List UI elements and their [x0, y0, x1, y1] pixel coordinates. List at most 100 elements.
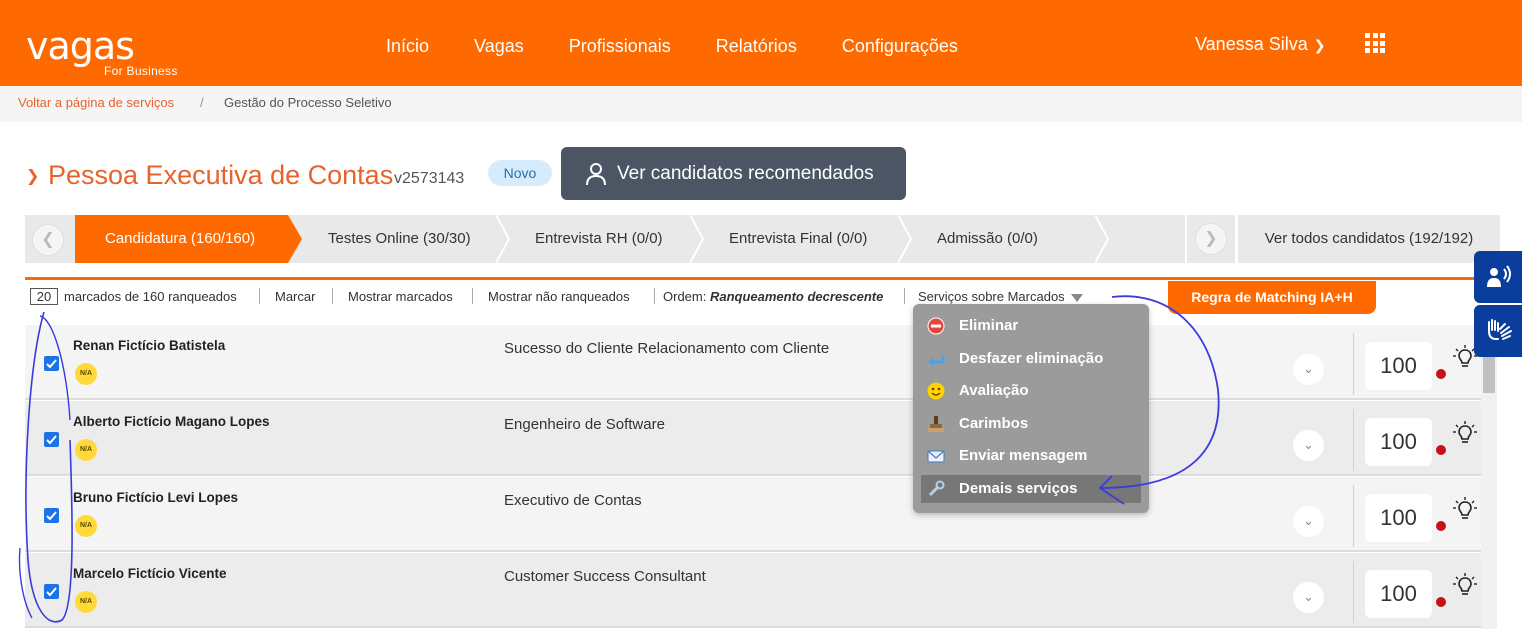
candidate-role: Engenheiro de Software: [504, 416, 665, 433]
stage-entrevista-final[interactable]: Entrevista Final (0/0): [709, 215, 904, 263]
wrench-icon: [928, 480, 945, 497]
user-name: Vanessa Silva: [1195, 34, 1308, 54]
list-scrollbar[interactable]: [1481, 325, 1497, 629]
menu-item-eliminar[interactable]: Eliminar: [921, 312, 1141, 340]
main-nav: Início Vagas Profissionais Relatórios Co…: [386, 36, 1003, 57]
services-on-marked-menu[interactable]: Serviços sobre Marcados: [918, 289, 1083, 304]
nav-profissionais[interactable]: Profissionais: [569, 36, 671, 57]
match-score: 100: [1365, 342, 1432, 390]
score-separator: [1353, 485, 1354, 547]
stage-divider: [898, 215, 912, 263]
nav-vagas[interactable]: Vagas: [474, 36, 524, 57]
smiley-icon: [927, 382, 945, 400]
lightbulb-icon[interactable]: [1453, 497, 1477, 523]
recommended-candidates-label: Ver candidatos recomendados: [617, 162, 874, 184]
show-marked-button[interactable]: Mostrar marcados: [348, 289, 453, 304]
menu-item-avaliacao[interactable]: Avaliação: [921, 377, 1141, 405]
toolbar-separator: [904, 288, 905, 304]
logo-subtitle: For Business: [104, 64, 178, 78]
row-checkbox[interactable]: [44, 356, 59, 371]
stage-entrevista-rh[interactable]: Entrevista RH (0/0): [515, 215, 695, 263]
menu-item-label: Enviar mensagem: [959, 447, 1088, 464]
vagas-logo[interactable]: vagas For Business: [26, 27, 177, 78]
toolbar-separator: [654, 288, 655, 304]
table-row[interactable]: Bruno Fictício Levi Lopes N/A Executivo …: [25, 477, 1481, 552]
stamp-icon: [928, 416, 944, 432]
job-code: v2573143: [394, 170, 465, 187]
row-checkbox[interactable]: [44, 508, 59, 523]
sign-language-hands-icon: [1488, 319, 1512, 340]
stage-divider: [496, 215, 510, 263]
nav-configuracoes[interactable]: Configurações: [842, 36, 958, 57]
menu-item-enviar-mensagem[interactable]: Enviar mensagem: [921, 442, 1141, 470]
lightbulb-icon[interactable]: [1453, 421, 1477, 447]
recommended-candidates-button[interactable]: Ver candidatos recomendados: [561, 147, 906, 200]
stage-next-button[interactable]: ❯: [1195, 223, 1227, 255]
expand-chevron-icon[interactable]: ⌄: [1293, 582, 1324, 613]
checkmark-icon: [46, 587, 57, 597]
stage-prev-button[interactable]: ❮: [32, 224, 64, 256]
sign-language-button[interactable]: [1474, 305, 1522, 357]
candidate-name[interactable]: Bruno Fictício Levi Lopes: [73, 490, 238, 505]
user-menu[interactable]: Vanessa Silva ❯: [1195, 34, 1325, 55]
score-separator: [1353, 409, 1354, 471]
row-checkbox[interactable]: [44, 584, 59, 599]
match-score: 100: [1365, 418, 1432, 466]
user-icon: [586, 162, 606, 185]
checkmark-icon: [46, 511, 57, 521]
expand-chevron-icon[interactable]: ⌄: [1293, 430, 1324, 461]
job-title: Pessoa Executiva de Contas: [48, 160, 394, 190]
order-selector[interactable]: Ordem: Ranqueamento decrescente: [663, 289, 883, 304]
apps-grid-icon[interactable]: [1365, 33, 1385, 53]
stage-testes-online[interactable]: Testes Online (30/30): [310, 215, 500, 263]
stage-admissao[interactable]: Admissão (0/0): [917, 215, 1097, 263]
stage-divider: [1095, 215, 1109, 263]
candidate-role: Customer Success Consultant: [504, 568, 706, 585]
menu-item-desfazer-eliminacao[interactable]: Desfazer eliminação: [921, 345, 1141, 373]
chevron-down-icon: ❯: [1313, 37, 1326, 53]
menu-item-demais-servicos[interactable]: Demais serviços: [921, 475, 1141, 503]
table-row[interactable]: Renan Fictício Batistela N/A Sucesso do …: [25, 325, 1481, 400]
candidate-role: Executivo de Contas: [504, 492, 642, 509]
lightbulb-icon[interactable]: [1453, 573, 1477, 599]
score-separator: [1353, 561, 1354, 623]
top-navigation-bar: vagas For Business Início Vagas Profissi…: [0, 0, 1522, 86]
all-candidates-tab[interactable]: Ver todos candidatos (192/192): [1238, 215, 1500, 263]
mark-button[interactable]: Marcar: [275, 289, 315, 304]
stage-candidatura[interactable]: Candidatura (160/160): [75, 215, 288, 263]
nav-relatorios[interactable]: Relatórios: [716, 36, 797, 57]
candidate-name[interactable]: Marcelo Fictício Vicente: [73, 566, 227, 581]
candidate-name[interactable]: Renan Fictício Batistela: [73, 338, 225, 353]
toolbar-separator: [472, 288, 473, 304]
order-label: Ordem:: [663, 289, 707, 304]
match-score: 100: [1365, 570, 1432, 618]
status-badge: Novo: [488, 160, 552, 186]
na-badge: N/A: [75, 363, 97, 385]
status-dot: [1436, 597, 1446, 607]
na-badge: N/A: [75, 439, 97, 461]
nav-inicio[interactable]: Início: [386, 36, 429, 57]
row-checkbox[interactable]: [44, 432, 59, 447]
minus-circle-icon: [927, 317, 945, 335]
show-unranked-button[interactable]: Mostrar não ranqueados: [488, 289, 630, 304]
stage-arrow: [288, 215, 302, 263]
menu-item-label: Demais serviços: [959, 480, 1078, 497]
marked-text: marcados de 160 ranqueados: [64, 289, 237, 304]
audio-accessibility-button[interactable]: [1474, 251, 1522, 303]
breadcrumb-back-link[interactable]: Voltar a página de serviços: [18, 95, 174, 110]
breadcrumb: Voltar a página de serviços / Gestão do …: [0, 86, 1522, 122]
candidate-role: Sucesso do Cliente Relacionamento com Cl…: [504, 340, 830, 357]
score-separator: [1353, 333, 1354, 395]
expand-chevron-icon[interactable]: ⌄: [1293, 506, 1324, 537]
menu-item-carimbos[interactable]: Carimbos: [921, 410, 1141, 438]
checkmark-icon: [46, 435, 57, 445]
candidate-name[interactable]: Alberto Fictício Magano Lopes: [73, 414, 270, 429]
menu-item-label: Desfazer eliminação: [959, 350, 1104, 367]
collapse-chevron-icon[interactable]: ❯: [26, 166, 39, 186]
audio-description-icon: [1487, 265, 1511, 287]
table-row[interactable]: Alberto Fictício Magano Lopes N/A Engenh…: [25, 401, 1481, 476]
matching-rule-button[interactable]: Regra de Matching IA+H: [1168, 281, 1376, 314]
marked-count: 20: [30, 288, 58, 305]
expand-chevron-icon[interactable]: ⌄: [1293, 354, 1324, 385]
table-row[interactable]: Marcelo Fictício Vicente N/A Customer Su…: [25, 553, 1481, 628]
